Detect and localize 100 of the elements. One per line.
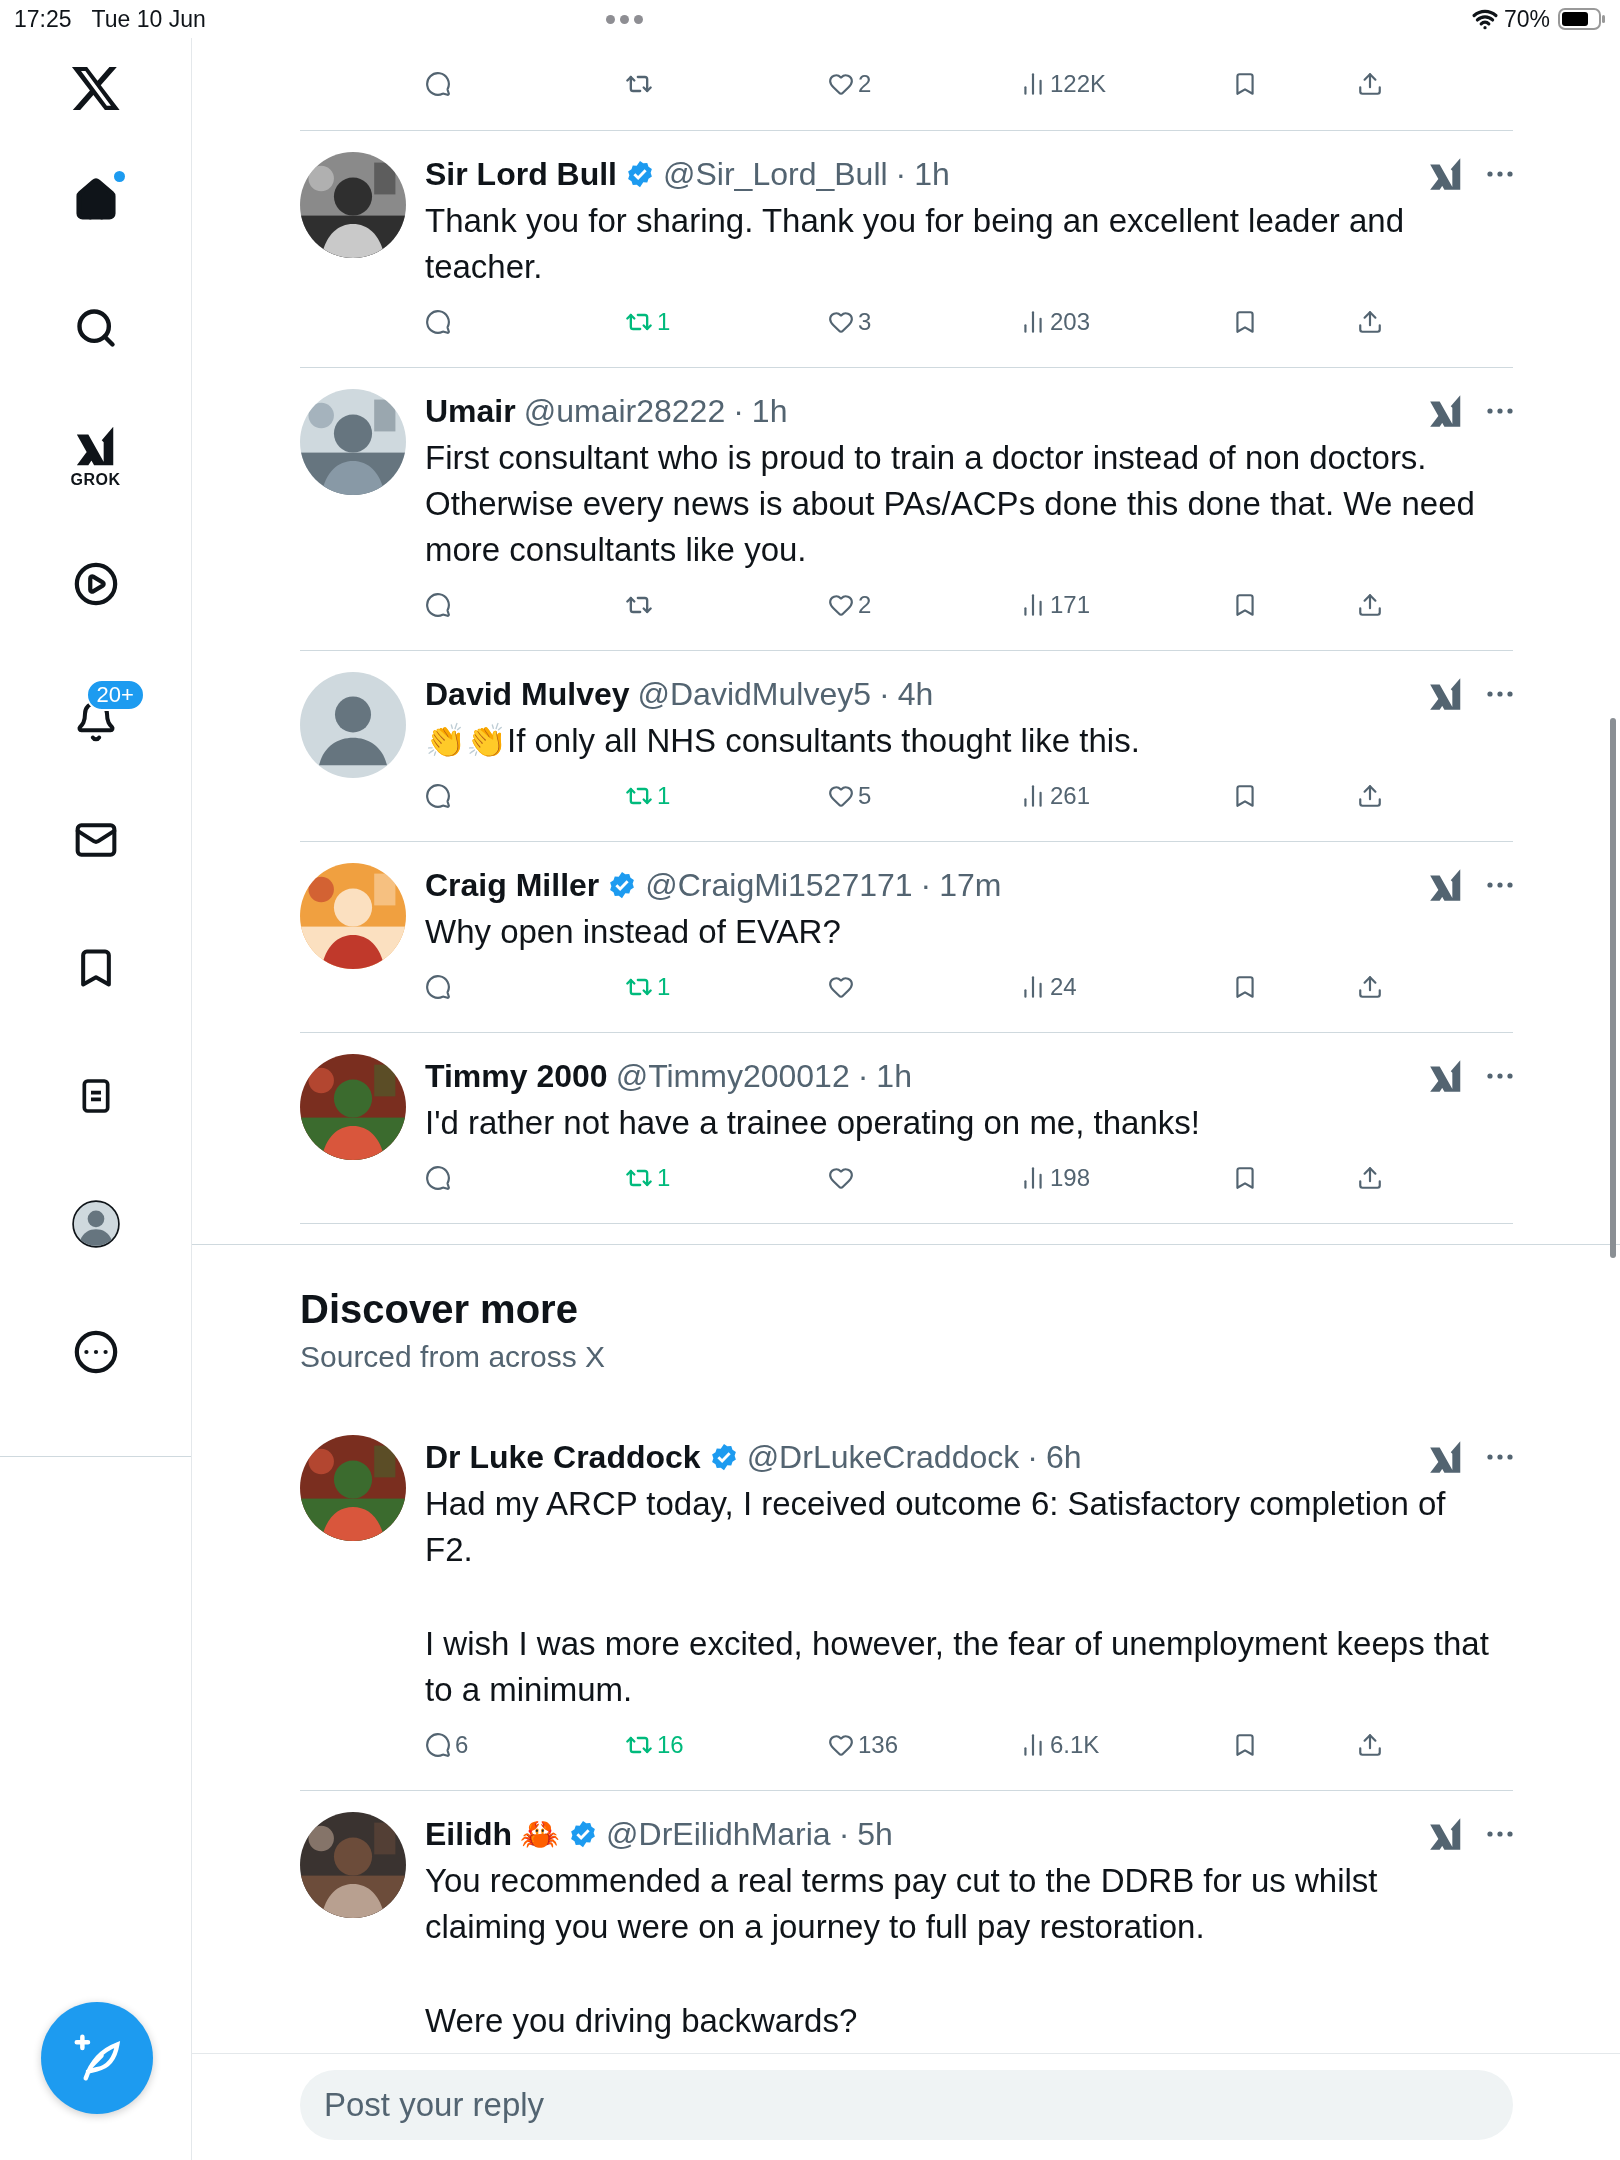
section-subtitle: Sourced from across X <box>300 1340 607 1374</box>
heart-icon <box>828 71 854 97</box>
more-icon <box>1487 1454 1513 1460</box>
views-button[interactable]: 122K <box>1020 70 1107 98</box>
post-text: I wish I was more excited, however, the fear of unemployment keeps that to a minimum. <box>425 1624 1490 1710</box>
heart-icon <box>828 783 854 809</box>
separator-dot: · <box>1027 1438 1038 1476</box>
post-time: 1h <box>914 155 950 193</box>
reply-icon <box>425 974 451 1000</box>
post-text: You recommended a real terms pay cut to the DDRB for us whilst claiming you were on a journey to full pay restoration. <box>425 1861 1379 1947</box>
author-name[interactable]: Eilidh <box>425 1815 513 1853</box>
share-button[interactable] <box>1357 71 1383 97</box>
more-icon <box>1487 408 1513 414</box>
post-time: 1h <box>751 392 788 430</box>
post-time: 17m <box>939 866 1002 904</box>
battery-percent: 70% <box>1503 5 1550 33</box>
post-text: I'd rather not have a trainee operating on me, thanks! <box>425 1103 1201 1143</box>
reply-button[interactable] <box>425 309 451 335</box>
share-icon <box>1357 783 1383 809</box>
author-handle[interactable]: @DavidMulvey5 <box>637 675 871 713</box>
share-icon <box>1357 309 1383 335</box>
heart-icon <box>828 1165 854 1191</box>
author-handle[interactable]: @umair28222 <box>523 392 726 430</box>
like-button[interactable]: 3 <box>828 308 872 336</box>
author-name[interactable]: David Mulvey <box>425 675 630 713</box>
share-button[interactable] <box>1357 1732 1383 1758</box>
like-button[interactable]: 5 <box>828 782 872 810</box>
share-icon <box>1357 1165 1383 1191</box>
share-button[interactable] <box>1357 974 1383 1000</box>
notification-count: 20+ <box>85 679 145 711</box>
post-text: Thank you for sharing. Thank you for being an excellent leader and teacher. <box>425 201 1405 287</box>
share-icon <box>1357 592 1383 618</box>
author-name[interactable]: Sir Lord Bull <box>425 155 617 193</box>
more-icon <box>1487 691 1513 697</box>
battery-icon <box>1558 7 1606 31</box>
reply-icon <box>425 1732 451 1758</box>
author-handle[interactable]: @DrEilidhMaria <box>606 1815 831 1853</box>
author-handle[interactable]: @CraigMi1527171 <box>645 866 913 904</box>
reply-icon <box>425 592 451 618</box>
heart-icon <box>828 974 854 1000</box>
more-icon <box>1487 1073 1513 1079</box>
separator-dot: · <box>838 1815 850 1853</box>
heart-icon <box>828 1732 854 1758</box>
like-button[interactable] <box>828 1165 854 1191</box>
author-handle[interactable]: @Sir_Lord_Bull <box>663 155 888 193</box>
post-text: First consultant who is proud to train a doctor instead of non doctors. Otherwise every news is about PAs/ACPs done this done that. We need more consultants like you. <box>425 438 1476 570</box>
share-button[interactable] <box>1357 783 1383 809</box>
reply-button[interactable] <box>425 592 451 618</box>
more-icon <box>1487 1831 1513 1837</box>
share-button[interactable] <box>1357 592 1383 618</box>
author-handle[interactable]: @DrLukeCraddock <box>746 1438 1020 1476</box>
views-button[interactable]: 171 <box>1020 591 1091 619</box>
share-icon <box>1357 974 1383 1000</box>
views-button[interactable]: 203 <box>1020 308 1091 336</box>
author-handle[interactable]: @Timmy200012 <box>615 1057 850 1095</box>
post-text: Were you driving backwards? <box>425 2001 859 2041</box>
views-button[interactable]: 261 <box>1020 782 1091 810</box>
separator-dot: · <box>857 1057 869 1095</box>
views-button[interactable]: 6.1K <box>1020 1731 1100 1759</box>
reply-field[interactable]: Post your reply <box>300 2070 1513 2140</box>
share-button[interactable] <box>1357 309 1383 335</box>
author-name[interactable]: Timmy 2000 <box>425 1057 608 1095</box>
grok-tab[interactable]: GROK <box>68 421 123 491</box>
reply-icon <box>425 71 451 97</box>
share-icon <box>1357 1732 1383 1758</box>
author-name[interactable]: Umair <box>425 392 516 430</box>
separator-dot: · <box>895 155 907 193</box>
like-button[interactable] <box>828 974 854 1000</box>
like-button[interactable]: 2 <box>828 591 872 619</box>
section-title: Discover more <box>300 1287 579 1332</box>
views-button[interactable]: 198 <box>1020 1164 1091 1192</box>
post-text: Had my ARCP today, I received outcome 6: Satisfactory completion of F2. <box>425 1484 1447 1570</box>
play-icon <box>72 561 119 607</box>
post-time: 1h <box>876 1057 912 1095</box>
reply-button[interactable] <box>425 783 451 809</box>
more-icon <box>72 1329 119 1375</box>
reply-button[interactable] <box>425 1165 451 1191</box>
reply-icon <box>425 309 451 335</box>
share-icon <box>1357 71 1383 97</box>
post-text: Why open instead of EVAR? <box>425 912 842 952</box>
status-time: 17:25 <box>14 5 72 33</box>
profile-avatar-icon <box>70 1199 121 1249</box>
views-button[interactable]: 24 <box>1020 973 1077 1001</box>
post-text: 👏👏If only all NHS consultants thought like this. <box>425 721 1141 761</box>
reply-button[interactable] <box>425 974 451 1000</box>
separator-dot: · <box>878 675 890 713</box>
heart-icon <box>828 592 854 618</box>
like-button[interactable]: 136 <box>828 1731 899 1759</box>
reply-button[interactable]: 6 <box>425 1731 469 1759</box>
author-name[interactable]: Dr Luke Craddock <box>425 1438 701 1476</box>
like-button[interactable]: 2 <box>828 70 872 98</box>
post-time: 6h <box>1045 1438 1082 1476</box>
heart-icon <box>828 309 854 335</box>
name-emoji: 🦀 <box>520 1815 561 1853</box>
reply-button[interactable] <box>425 71 451 97</box>
author-name[interactable]: Craig Miller <box>425 866 600 904</box>
status-date: Tue 10 Jun <box>91 5 206 33</box>
compose-button[interactable] <box>41 2002 153 2114</box>
separator-dot: · <box>733 392 744 430</box>
share-button[interactable] <box>1357 1165 1383 1191</box>
